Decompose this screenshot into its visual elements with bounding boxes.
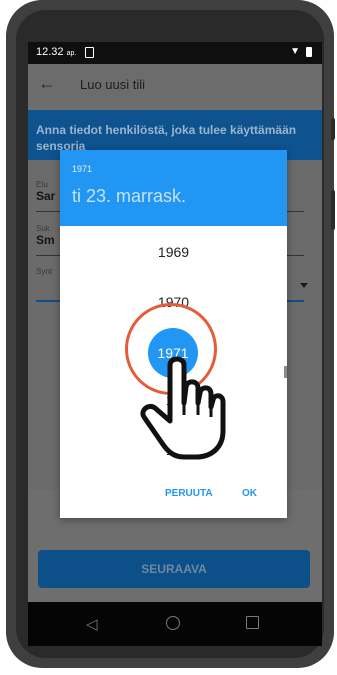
app-bar: ← Luo uusi tili (28, 64, 322, 106)
system-nav-bar: ◁ (28, 602, 322, 646)
back-arrow-icon[interactable]: ← (38, 73, 56, 94)
year-option-1969[interactable]: 1969 (60, 244, 287, 260)
battery-icon (306, 47, 312, 57)
hand-pointer-icon (140, 356, 226, 460)
header-date[interactable]: ti 23. marrask. (72, 186, 186, 207)
ok-button[interactable]: OK (242, 488, 257, 499)
nav-recent-icon[interactable] (246, 616, 259, 629)
nav-back-icon[interactable]: ◁ (86, 615, 98, 633)
header-year[interactable]: 1971 (72, 164, 92, 174)
chevron-down-icon[interactable] (300, 283, 308, 288)
next-button[interactable]: SEURAAVA (38, 550, 310, 588)
sim-icon (85, 47, 94, 58)
wifi-icon: ▼ (290, 46, 300, 57)
status-time: 12.32 ap. (36, 46, 77, 58)
page-title: Luo uusi tili (80, 77, 146, 92)
power-button (331, 190, 335, 230)
status-bar: 12.32 ap. ▼ (28, 42, 322, 64)
volume-up-button (331, 118, 335, 140)
dialog-header: 1971 ti 23. marrask. (60, 150, 287, 226)
nav-home-icon[interactable] (166, 616, 180, 630)
cancel-button[interactable]: PERUUTA (165, 488, 213, 499)
scroll-thumb[interactable] (284, 366, 287, 378)
